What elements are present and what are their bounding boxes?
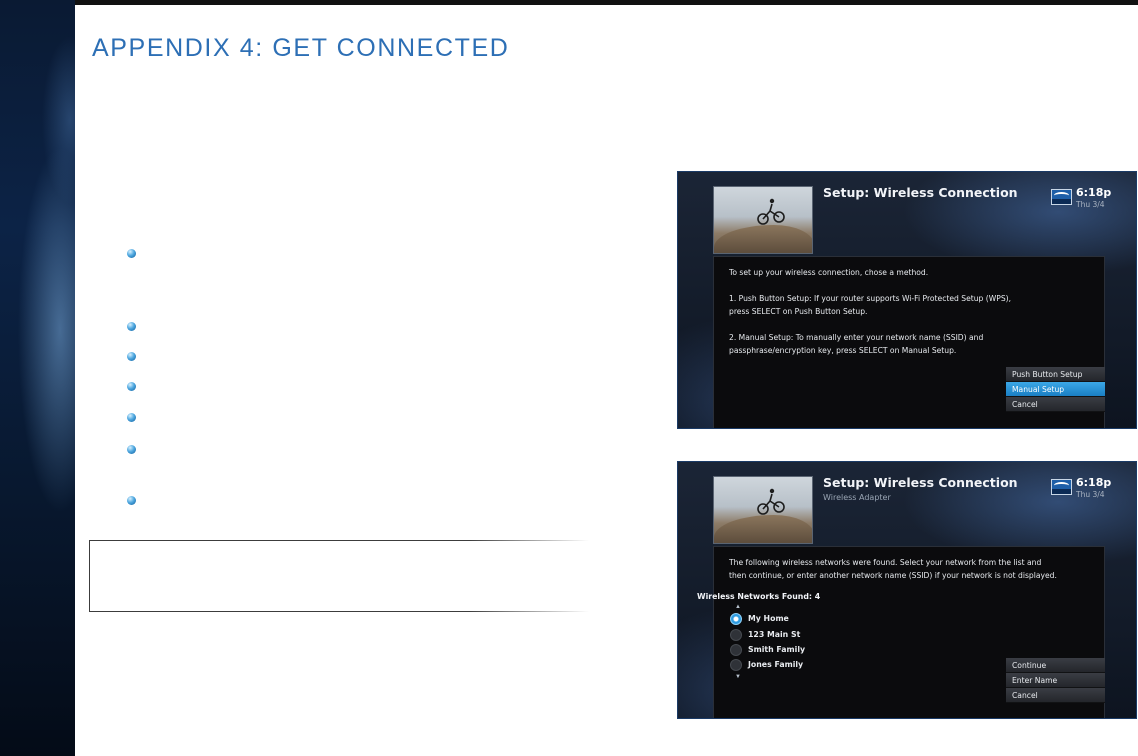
screen-title: Setup: Wireless Connection <box>823 475 1018 490</box>
page-title: APPENDIX 4: GET CONNECTED <box>92 34 510 62</box>
network-item-123-main-st[interactable]: 123 Main St <box>730 629 890 642</box>
network-label: Jones Family <box>748 660 804 669</box>
radio-icon[interactable] <box>730 644 742 656</box>
instruction-line: 2. Manual Setup: To manually enter your … <box>729 333 984 342</box>
networks-header: Wireless Networks Found: 4 <box>697 592 821 601</box>
network-menu: Continue Enter Name Cancel <box>1006 658 1105 703</box>
clock-time: 6:18p <box>1076 476 1112 489</box>
radio-selected-icon[interactable] <box>730 613 742 625</box>
manual-page: APPENDIX 4: GET CONNECTED Setup: Wireles… <box>0 0 1138 756</box>
radio-icon[interactable] <box>730 659 742 671</box>
instruction-line: To set up your wireless connection, chos… <box>729 268 929 277</box>
bullet-icon <box>127 249 136 258</box>
menu-item-enter-name[interactable]: Enter Name <box>1006 673 1105 688</box>
instruction-line: The following wireless networks were fou… <box>729 558 1042 567</box>
instruction-line: 1. Push Button Setup: If your router sup… <box>729 294 1012 303</box>
menu-item-cancel[interactable]: Cancel <box>1006 397 1105 412</box>
bullet-icon <box>127 322 136 331</box>
network-label: 123 Main St <box>748 630 801 639</box>
network-item-smith-family[interactable]: Smith Family <box>730 644 890 657</box>
bike-rider-icon <box>757 488 785 515</box>
instruction-line: passphrase/encryption key, press SELECT … <box>729 346 957 355</box>
bullet-icon <box>127 413 136 422</box>
network-item-my-home[interactable]: My Home <box>730 613 890 626</box>
bullet-icon <box>127 352 136 361</box>
logo-bar <box>1052 489 1071 494</box>
logo-swoosh <box>1054 192 1069 199</box>
menu-item-continue[interactable]: Continue <box>1006 658 1105 673</box>
bullet-icon <box>127 382 136 391</box>
scroll-down-icon[interactable]: ▼ <box>735 674 741 680</box>
screen-subtitle: Wireless Adapter <box>823 493 891 502</box>
logo-swoosh <box>1054 482 1069 489</box>
instruction-line: press SELECT on Push Button Setup. <box>729 307 868 316</box>
clock-date: Thu 3/4 <box>1076 200 1105 209</box>
note-box <box>89 540 589 612</box>
bullet-icon <box>127 496 136 505</box>
top-rule <box>75 0 1138 5</box>
thumbnail-image <box>713 186 813 254</box>
thumbnail-image <box>713 476 813 544</box>
method-menu: Push Button Setup Manual Setup Cancel <box>1006 367 1105 412</box>
radio-icon[interactable] <box>730 629 742 641</box>
screen-title: Setup: Wireless Connection <box>823 185 1018 200</box>
network-label: Smith Family <box>748 645 806 654</box>
left-decorative-band <box>0 0 75 756</box>
clock-time: 6:18p <box>1076 186 1112 199</box>
tv-screen-method: Setup: Wireless Connection 6:18p Thu 3/4… <box>677 171 1137 429</box>
scroll-up-icon[interactable]: ▲ <box>735 604 741 610</box>
thumbnail-hill <box>714 225 812 253</box>
network-item-jones-family[interactable]: Jones Family <box>730 659 890 672</box>
menu-item-manual-setup[interactable]: Manual Setup <box>1006 382 1105 397</box>
menu-item-push-button-setup[interactable]: Push Button Setup <box>1006 367 1105 382</box>
bike-rider-icon <box>757 198 785 225</box>
directv-logo-icon <box>1051 189 1072 205</box>
tv-screen-networks: Setup: Wireless Connection Wireless Adap… <box>677 461 1137 719</box>
thumbnail-hill <box>714 515 812 543</box>
network-label: My Home <box>748 614 789 623</box>
logo-bar <box>1052 199 1071 204</box>
instruction-line: then continue, or enter another network … <box>729 571 1057 580</box>
menu-item-cancel[interactable]: Cancel <box>1006 688 1105 703</box>
directv-logo-icon <box>1051 479 1072 495</box>
bullet-icon <box>127 445 136 454</box>
clock-date: Thu 3/4 <box>1076 490 1105 499</box>
